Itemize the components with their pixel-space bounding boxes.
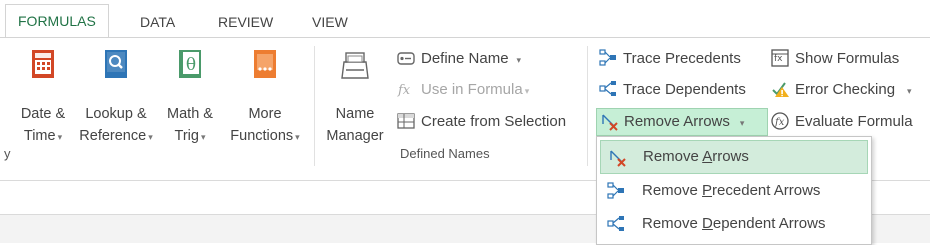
- chevron-down-icon: ▾: [295, 132, 300, 142]
- show-formulas-icon: fx: [771, 49, 789, 67]
- svg-text:fx: fx: [397, 83, 411, 98]
- menu-item-label: Remove Dependent Arrows: [642, 215, 826, 232]
- menu-item-remove-arrows[interactable]: Remove Arrows: [600, 140, 868, 174]
- defined-names-group-label: Defined Names: [400, 146, 490, 161]
- group-separator: [314, 46, 315, 166]
- lookup-book-icon: [105, 50, 127, 78]
- date-time-label-1: Date &: [20, 106, 66, 122]
- define-name-button[interactable]: Define Name ▾: [396, 46, 521, 72]
- menu-item-label: Remove Arrows: [643, 148, 749, 165]
- tag-icon: [397, 52, 415, 65]
- create-from-selection-icon: [397, 113, 415, 129]
- error-checking-button[interactable]: Error Checking ▾: [770, 77, 912, 103]
- chevron-down-icon: ▾: [907, 86, 912, 96]
- error-checking-icon: [772, 82, 789, 98]
- name-manager-label-1: Name: [335, 106, 375, 122]
- group-separator: [587, 46, 588, 166]
- more-functions-label-1: More: [248, 106, 282, 122]
- trace-dependents-button[interactable]: Trace Dependents: [598, 77, 746, 103]
- svg-text:fx: fx: [774, 54, 783, 64]
- remove-arrows-icon: [602, 114, 618, 131]
- more-functions-book-icon: [254, 50, 276, 78]
- menu-item-remove-precedent-arrows[interactable]: Remove Precedent Arrows: [600, 175, 866, 207]
- chevron-down-icon: ▾: [148, 132, 153, 142]
- trace-dependents-icon: [599, 81, 616, 97]
- trace-precedents-button[interactable]: Trace Precedents: [598, 46, 741, 72]
- menu-item-label: Remove Precedent Arrows: [642, 182, 821, 199]
- name-manager-label-2: Manager: [326, 128, 384, 144]
- tab-view[interactable]: VIEW: [312, 8, 348, 36]
- use-in-formula-button[interactable]: fx Use in Formula ▾: [396, 77, 529, 103]
- trace-precedents-icon: [599, 49, 616, 66]
- tab-data[interactable]: DATA: [140, 8, 175, 36]
- date-time-button[interactable]: Date & Time ▾: [14, 48, 72, 148]
- date-time-label-2: Time ▾: [23, 128, 63, 144]
- ribbon-tab-strip: FORMULAS DATA REVIEW VIEW: [0, 0, 930, 40]
- tab-formulas[interactable]: FORMULAS: [5, 4, 109, 39]
- more-functions-button[interactable]: More Functions ▾: [224, 48, 306, 148]
- calendar-icon: [32, 50, 54, 78]
- show-formulas-button[interactable]: fx Show Formulas: [770, 46, 899, 72]
- remove-arrows-button[interactable]: Remove Arrows ▾: [596, 108, 768, 136]
- svg-text:θ: θ: [186, 55, 196, 75]
- trace-precedents-icon: [607, 182, 624, 199]
- math-trig-button[interactable]: θ Math & Trig ▾: [158, 48, 222, 148]
- lookup-reference-label-1: Lookup &: [85, 106, 147, 122]
- trace-dependents-icon: [607, 216, 624, 231]
- more-functions-label-2: Functions ▾: [230, 128, 300, 144]
- math-trig-label-1: Math &: [167, 106, 213, 122]
- chevron-down-icon: ▾: [524, 86, 530, 96]
- evaluate-formula-button[interactable]: fx Evaluate Formula: [770, 109, 913, 135]
- name-manager-button[interactable]: Name Manager: [322, 48, 388, 147]
- svg-text:fx: fx: [774, 117, 785, 128]
- create-from-selection-button[interactable]: Create from Selection: [396, 109, 566, 135]
- function-library-group-label: y: [4, 146, 11, 161]
- fx-formula-icon: fx: [397, 83, 411, 98]
- math-trig-label-2: Trig ▾: [174, 128, 206, 144]
- chevron-down-icon: ▾: [516, 55, 522, 65]
- chevron-down-icon: ▾: [200, 132, 206, 142]
- remove-arrows-menu: Remove Arrows Remove Precedent Arrows Re…: [596, 136, 872, 245]
- lookup-reference-button[interactable]: Lookup & Reference ▾: [76, 48, 156, 148]
- chevron-down-icon: ▾: [57, 132, 63, 142]
- chevron-down-icon: ▾: [739, 118, 745, 128]
- remove-arrows-icon: [610, 150, 626, 167]
- menu-item-remove-dependent-arrows[interactable]: Remove Dependent Arrows: [600, 208, 866, 240]
- theta-book-icon: θ: [179, 50, 201, 78]
- tab-review[interactable]: REVIEW: [218, 8, 273, 36]
- evaluate-formula-icon: fx: [771, 112, 789, 130]
- lookup-reference-label-2: Reference ▾: [79, 128, 153, 144]
- name-manager-icon: [341, 52, 369, 79]
